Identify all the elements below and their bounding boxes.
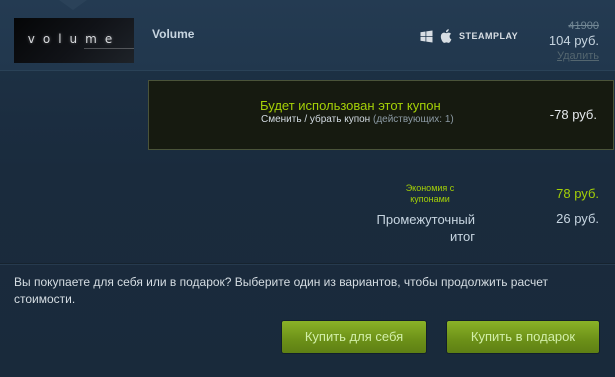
savings-value: 78 руб. [556,186,599,201]
pointer-notch [59,0,87,10]
price-block: 41900 104 руб. Удалить [549,19,599,63]
active-coupons-count: (действующих: 1) [372,114,454,125]
purchase-divider [0,263,615,264]
coupon-title: Будет использован этот купон [260,98,441,113]
subtotal-value: 26 руб. [556,211,599,226]
buy-for-self-button[interactable]: Купить для себя [282,321,426,353]
final-price: 104 руб. [548,33,599,48]
capsule-streak [84,48,134,49]
row-divider [0,70,615,71]
apple-icon [440,29,452,43]
change-coupon-link[interactable]: Сменить / убрать купон [261,114,370,125]
remove-link[interactable]: Удалить [549,49,599,63]
game-title[interactable]: Volume [152,27,194,41]
windows-icon [420,30,433,43]
coupon-discount: -78 руб. [549,107,597,122]
subtotal-label: Промежуточный итог [376,212,475,244]
steamplay-label: STEAMPLAY [459,31,519,41]
buy-as-gift-button[interactable]: Купить в подарок [447,321,599,353]
savings-label: Экономия с купонами [405,183,455,204]
cart-page: volume Volume STEAMPLAY 41900 104 руб. У… [0,0,615,377]
platform-icons: STEAMPLAY [420,29,518,43]
game-capsule-image[interactable]: volume [14,18,134,63]
capsule-logo-text: volume [27,32,121,46]
coupon-box: Будет использован этот купон Сменить / у… [148,80,614,150]
purchase-question: Вы покупаете для себя или в подарок? Выб… [14,275,549,306]
original-price: 41900 [568,20,599,32]
coupon-change-row: Сменить / убрать купон (действующих: 1) [261,114,454,125]
